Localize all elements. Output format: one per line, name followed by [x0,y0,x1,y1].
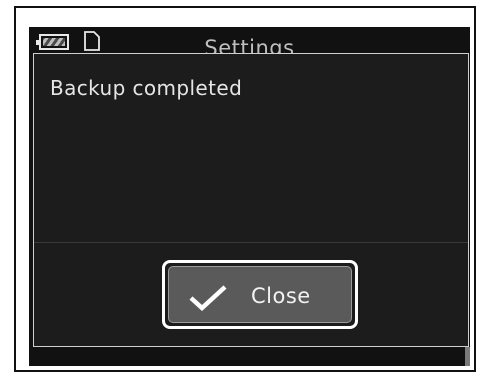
close-button-face: Close [168,266,352,323]
checkmark-icon [189,285,227,311]
close-button-label: Close [251,284,311,308]
backup-dialog: Backup completed Close [33,53,469,347]
dialog-divider [34,242,468,243]
device-frame: Settings Backup completed Close [14,6,476,372]
close-button[interactable]: Close [162,260,358,329]
device-screen: Settings Backup completed Close [29,27,470,366]
scrollbar[interactable] [465,347,470,366]
status-bar: Settings [29,27,470,60]
dialog-message: Backup completed [50,76,243,100]
